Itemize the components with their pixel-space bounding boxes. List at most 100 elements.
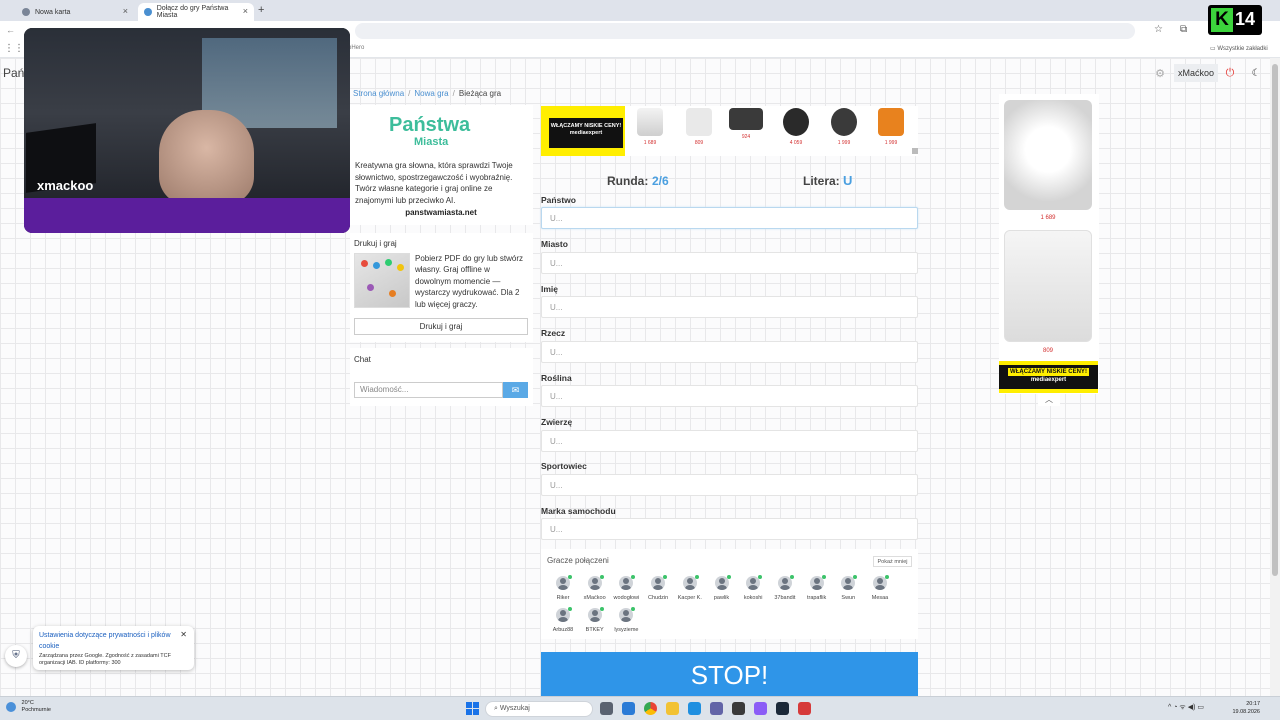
city-input[interactable]: U... [541,252,918,274]
obs-icon[interactable] [732,702,745,715]
name-input[interactable]: U... [541,296,918,318]
site-title[interactable]: Pań [3,66,24,80]
teams-icon[interactable] [710,702,723,715]
car-brand-input[interactable]: U... [541,518,918,540]
app-icon[interactable] [798,702,811,715]
ad-close-icon[interactable] [912,148,918,154]
thing-input[interactable]: U... [541,341,918,363]
bookmark-partial[interactable]: oHero [348,45,364,51]
chat-send-icon[interactable]: ✉ [503,382,528,398]
online-status-dot [631,575,636,579]
discord-icon[interactable] [754,702,767,715]
print-button[interactable]: Drukuj i graj [354,318,528,335]
clock[interactable]: 20:17 19.08.2026 [1226,700,1260,716]
privacy-popup[interactable]: Ustawienia dotyczące prywatności i plikó… [33,626,194,670]
new-tab-plus-icon[interactable]: + [258,4,264,16]
system-tray-icons[interactable]: ^ ◔ ᯤ ◀) ▭ [1168,703,1204,712]
category-label: Marka samochodu [541,506,616,516]
online-status-dot [726,575,731,579]
player-name: Chudzin [648,595,669,601]
file-explorer-icon[interactable] [666,702,679,715]
logout-power-icon[interactable]: ⏻ [1223,64,1237,82]
chat-input[interactable]: Wiadomość... [354,382,503,398]
online-status-dot [885,575,889,579]
player-name: pawlik [713,595,730,601]
player-name: trapaflik [806,595,827,601]
logo-title[interactable]: Państwa [389,114,470,137]
privacy-title[interactable]: Ustawienia dotyczące prywatności i plikó… [39,630,188,652]
weather-widget[interactable]: 20°C Pochmurnie [6,700,51,714]
online-status-dot [821,575,826,579]
windows-start-icon[interactable] [466,702,479,715]
pc-case-product-icon [686,108,712,136]
pc-case-product-icon[interactable] [1004,230,1092,342]
ad-price: 809 [694,140,704,146]
headphones-product-icon[interactable] [1004,100,1092,210]
stop-button[interactable]: STOP! [541,652,918,696]
ad-product[interactable]: 1 999 [827,108,861,146]
player-name: Kacper K. [677,595,702,601]
all-bookmarks-link[interactable]: ▭ Wszystkie zakładki [1210,45,1268,52]
bookmark-star-icon[interactable]: ☆ [1154,24,1163,35]
steam-icon[interactable] [776,702,789,715]
close-icon[interactable]: ✕ [180,630,187,639]
edge-icon[interactable] [688,702,701,715]
logo-subtitle[interactable]: Miasta [414,136,448,148]
show-less-button[interactable]: Pokaż mniej [873,556,912,567]
all-bookmarks-label: Wszystkie zakładki [1217,46,1268,52]
task-view-icon[interactable] [600,702,613,715]
back-arrow-icon[interactable]: ← [6,25,15,35]
dark-mode-moon-icon[interactable]: ☾ [1249,64,1263,82]
right-ad-slogan: WŁĄCZAMY NISKIE CENY! [1008,368,1089,376]
tab-new-tab[interactable]: Nowa karta × [16,3,134,21]
player-item: xMaćkoo [580,575,610,601]
channel-logo-number: 14 [1235,9,1256,29]
ad-product[interactable]: 1 689 [633,108,667,146]
top-ad-banner[interactable]: WŁĄCZAMY NISKIE CENY! mediaexpert [541,106,625,156]
chrome-icon[interactable] [644,702,657,715]
athlete-input[interactable]: U... [541,474,918,496]
collapse-chevron-up-icon[interactable]: ︿ [1038,394,1060,406]
category-label: Roślina [541,373,572,383]
widgets-icon[interactable] [622,702,635,715]
right-ad-banner[interactable]: WŁĄCZAMY NISKIE CENY! mediaexpert [999,361,1098,393]
windows-taskbar: 20°C Pochmurnie ⌕ Wyszukaj ^ ◔ ᯤ ◀) ▭ 20:… [0,696,1280,720]
top-ad-brand: mediaexpert [569,130,603,136]
streamer-name: xmackoo [37,178,94,193]
ad-product[interactable]: 4 059 [779,108,813,146]
taskbar-search[interactable]: ⌕ Wyszukaj [485,701,593,717]
category-label: Państwo [541,195,576,205]
online-status-dot [568,607,572,611]
omnibox[interactable] [355,23,1135,39]
ad-product[interactable]: 809 [682,108,716,146]
player-item: Kacper K. [675,575,705,601]
players-heading: Gracze połączeni [547,556,609,565]
letter-label: Litera: [803,174,840,188]
tablet-product-icon [729,108,763,130]
watch-product-icon [831,108,857,136]
ad-product[interactable]: 924 [729,108,763,140]
breadcrumb-home[interactable]: Strona główna [353,89,404,98]
letter-value: U [843,173,853,188]
country-input[interactable]: U... [541,207,918,229]
scrollbar-thumb[interactable] [1272,64,1278,576]
close-tab-icon[interactable]: × [123,6,128,16]
plant-input[interactable]: U... [541,385,918,407]
webcam-bar [24,198,350,233]
privacy-shield-icon[interactable]: ⛨ [5,645,27,667]
tab-current-game[interactable]: Dołącz do gry Państwa Miasta × [138,3,254,21]
apps-grid-icon[interactable]: ⋮⋮ [4,43,24,54]
ad-price: 4 059 [789,140,803,146]
settings-gear-icon[interactable]: ⚙ [1153,64,1167,82]
breadcrumb-new-game[interactable]: Nowa gra [414,89,448,98]
extensions-icon[interactable]: ⧉ [1180,24,1187,35]
tab-label: Nowa karta [35,8,71,16]
online-status-dot [789,575,794,579]
ad-price: 1 689 [643,140,657,146]
close-tab-icon[interactable]: × [243,6,248,16]
user-button[interactable]: xMaćkoo [1174,64,1218,82]
ad-product[interactable]: 1 999 [874,108,908,146]
online-status-dot [853,575,858,579]
webcam-streamer [159,110,254,205]
animal-input[interactable]: U... [541,430,918,452]
